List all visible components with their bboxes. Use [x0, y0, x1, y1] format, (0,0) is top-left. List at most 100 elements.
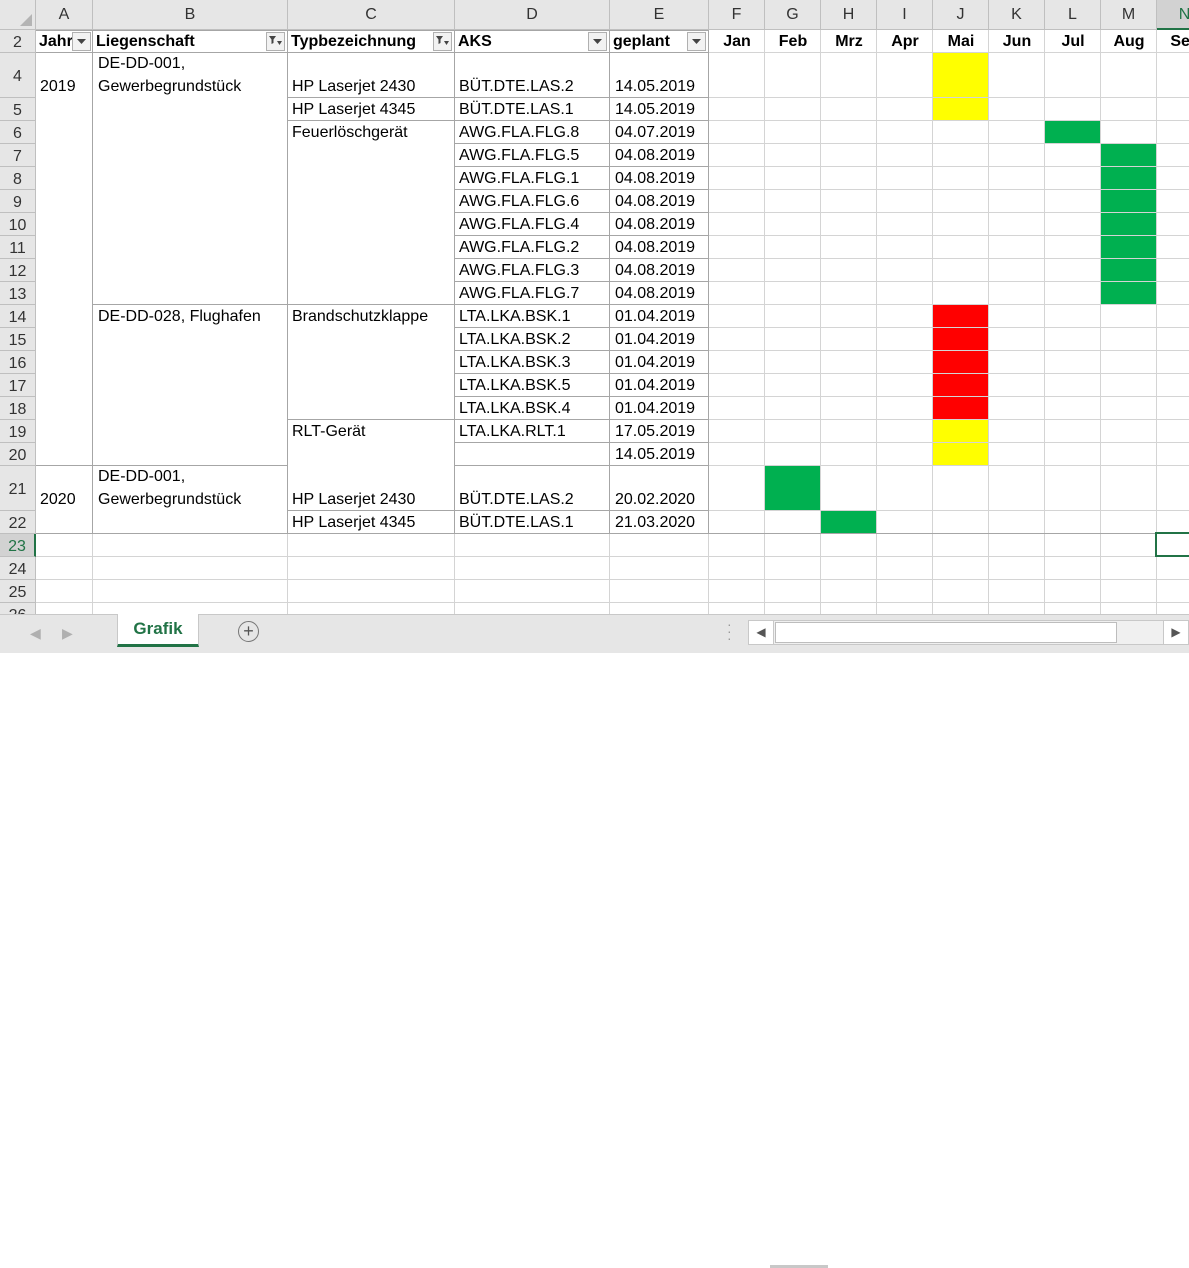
planned-date-cell[interactable]: 20.02.2020 [615, 488, 709, 510]
aks-cell[interactable]: LTA.LKA.BSK.4 [459, 397, 609, 419]
filter-button-type[interactable] [433, 32, 452, 51]
row-header-11[interactable]: 11 [0, 236, 36, 259]
year-cell[interactable]: 2020 [40, 489, 92, 511]
filter-button-year[interactable] [72, 32, 91, 51]
aks-cell[interactable]: LTA.LKA.BSK.1 [459, 305, 609, 327]
property-cell[interactable]: DE-DD-001, [98, 53, 288, 75]
planned-date-cell[interactable]: 04.08.2019 [615, 213, 709, 235]
planned-date-cell[interactable]: 04.07.2019 [615, 121, 709, 143]
row-header-2[interactable]: 2 [0, 30, 36, 53]
spreadsheet-grid[interactable]: Jahr Liegenschaft Typbezeichnung AKS geplant… [0, 0, 1189, 614]
aks-cell[interactable]: AWG.FLA.FLG.5 [459, 144, 609, 166]
row-header-13[interactable]: 13 [0, 282, 36, 305]
aks-cell[interactable]: BÜT.DTE.LAS.1 [459, 511, 609, 533]
planned-date-cell[interactable]: 04.08.2019 [615, 259, 709, 281]
row-header-8[interactable]: 8 [0, 167, 36, 190]
scroll-left-icon[interactable]: ◀ [749, 621, 774, 644]
aks-cell[interactable]: LTA.LKA.RLT.1 [459, 420, 609, 442]
planned-date-cell[interactable]: 01.04.2019 [615, 351, 709, 373]
planned-date-cell[interactable]: 04.08.2019 [615, 167, 709, 189]
month-header-jul[interactable]: Jul [1045, 31, 1101, 53]
aks-cell[interactable]: AWG.FLA.FLG.7 [459, 282, 609, 304]
pivot-header-year[interactable]: Jahr [39, 31, 72, 53]
row-header-22[interactable]: 22 [0, 511, 36, 534]
property-cell[interactable]: Gewerbegrundstück [98, 76, 288, 98]
aks-cell[interactable]: LTA.LKA.BSK.5 [459, 374, 609, 396]
planned-date-cell[interactable]: 01.04.2019 [615, 374, 709, 396]
filter-button-aks[interactable] [588, 32, 607, 51]
planned-date-cell[interactable]: 04.08.2019 [615, 282, 709, 304]
aks-cell[interactable]: AWG.FLA.FLG.1 [459, 167, 609, 189]
month-header-aug[interactable]: Aug [1101, 31, 1157, 53]
aks-cell[interactable]: BÜT.DTE.LAS.2 [459, 488, 609, 510]
pivot-header-type[interactable]: Typbezeichnung [291, 31, 434, 53]
row-header-21[interactable]: 21 [0, 466, 36, 511]
column-header-e[interactable]: E [610, 0, 709, 30]
month-header-feb[interactable]: Feb [765, 31, 821, 53]
planned-date-cell[interactable]: 01.04.2019 [615, 305, 709, 327]
column-header-n[interactable]: N [1157, 0, 1189, 30]
select-all-corner[interactable] [0, 0, 36, 30]
type-cell[interactable]: Feuerlöschgerät [292, 122, 454, 144]
filter-button-planned[interactable] [687, 32, 706, 51]
row-header-26[interactable]: 26 [0, 603, 36, 614]
row-header-6[interactable]: 6 [0, 121, 36, 144]
type-cell[interactable]: HP Laserjet 4345 [292, 99, 454, 121]
row-header-12[interactable]: 12 [0, 259, 36, 282]
row-header-23[interactable]: 23 [0, 534, 36, 557]
aks-cell[interactable]: AWG.FLA.FLG.3 [459, 259, 609, 281]
tab-scroll-right-icon[interactable]: ▶ [62, 625, 73, 642]
column-header-d[interactable]: D [455, 0, 610, 30]
type-cell[interactable]: Brandschutzklappe [292, 306, 454, 328]
sheet-tab-grafik[interactable]: Grafik [117, 614, 199, 647]
month-header-apr[interactable]: Apr [877, 31, 933, 53]
row-header-10[interactable]: 10 [0, 213, 36, 236]
planned-date-cell[interactable]: 14.05.2019 [615, 443, 709, 465]
aks-cell[interactable]: LTA.LKA.BSK.3 [459, 351, 609, 373]
column-header-h[interactable]: H [821, 0, 877, 30]
column-header-g[interactable]: G [765, 0, 821, 30]
row-header-25[interactable]: 25 [0, 580, 36, 603]
property-cell[interactable]: Gewerbegrundstück [98, 489, 288, 511]
planned-date-cell[interactable]: 14.05.2019 [615, 98, 709, 120]
planned-date-cell[interactable]: 04.08.2019 [615, 144, 709, 166]
aks-cell[interactable]: AWG.FLA.FLG.6 [459, 190, 609, 212]
type-cell[interactable]: HP Laserjet 2430 [292, 76, 454, 98]
tab-split-handle-icon[interactable]: · · · [727, 617, 732, 645]
row-header-24[interactable]: 24 [0, 557, 36, 580]
month-header-jun[interactable]: Jun [989, 31, 1045, 53]
pivot-header-planned[interactable]: geplant [613, 31, 688, 53]
type-cell[interactable]: RLT-Gerät [292, 421, 454, 443]
row-header-7[interactable]: 7 [0, 144, 36, 167]
aks-cell[interactable]: AWG.FLA.FLG.8 [459, 121, 609, 143]
planned-date-cell[interactable]: 01.04.2019 [615, 328, 709, 350]
aks-cell[interactable]: BÜT.DTE.LAS.2 [459, 75, 609, 97]
row-header-14[interactable]: 14 [0, 305, 36, 328]
pivot-header-aks[interactable]: AKS [458, 31, 589, 53]
planned-date-cell[interactable]: 04.08.2019 [615, 236, 709, 258]
aks-cell[interactable]: AWG.FLA.FLG.4 [459, 213, 609, 235]
row-header-4[interactable]: 4 [0, 53, 36, 98]
month-header-mai[interactable]: Mai [933, 31, 989, 53]
aks-cell[interactable]: AWG.FLA.FLG.2 [459, 236, 609, 258]
column-header-l[interactable]: L [1045, 0, 1101, 30]
column-header-j[interactable]: J [933, 0, 989, 30]
month-header-mrz[interactable]: Mrz [821, 31, 877, 53]
scrollbar-thumb[interactable] [775, 622, 1117, 643]
pivot-header-property[interactable]: Liegenschaft [96, 31, 267, 53]
row-header-18[interactable]: 18 [0, 397, 36, 420]
row-header-15[interactable]: 15 [0, 328, 36, 351]
row-header-5[interactable]: 5 [0, 98, 36, 121]
type-cell[interactable]: HP Laserjet 4345 [292, 512, 454, 534]
row-header-19[interactable]: 19 [0, 420, 36, 443]
month-header-jan[interactable]: Jan [709, 31, 765, 53]
horizontal-scrollbar[interactable]: ◀ ▶ [748, 620, 1189, 645]
aks-cell[interactable] [459, 443, 609, 465]
month-header-sep[interactable]: Sep [1157, 31, 1189, 53]
column-header-a[interactable]: A [36, 0, 93, 30]
aks-cell[interactable]: BÜT.DTE.LAS.1 [459, 98, 609, 120]
planned-date-cell[interactable]: 01.04.2019 [615, 397, 709, 419]
planned-date-cell[interactable]: 17.05.2019 [615, 420, 709, 442]
tab-scroll-left-icon[interactable]: ◀ [30, 625, 41, 642]
aks-cell[interactable]: LTA.LKA.BSK.2 [459, 328, 609, 350]
